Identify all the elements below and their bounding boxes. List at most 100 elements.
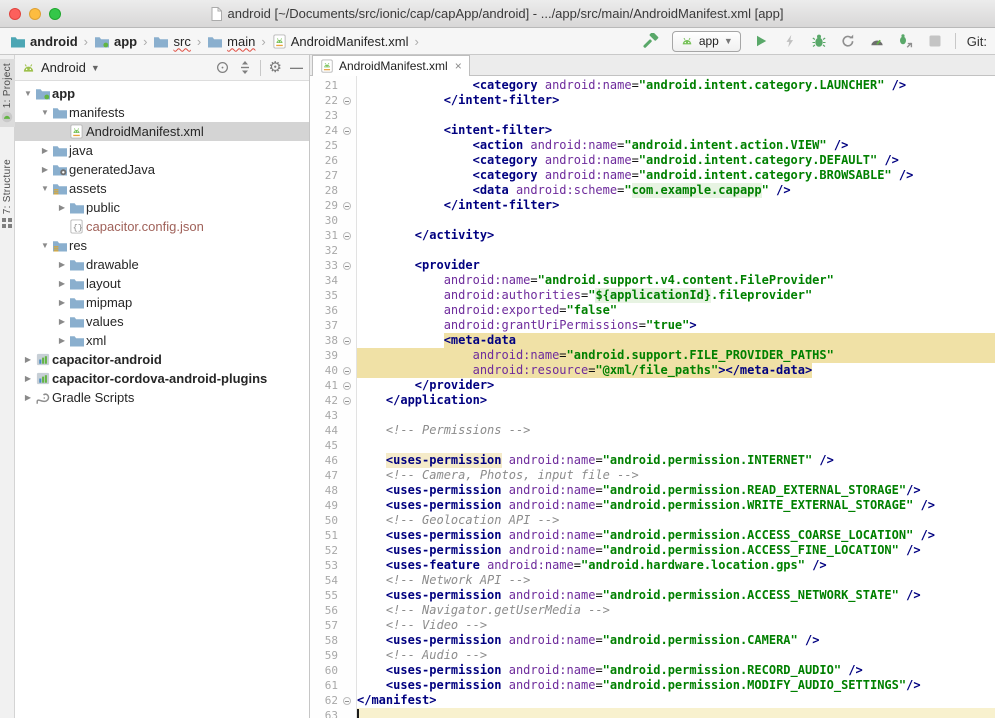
tree-expand-arrow-icon[interactable]: ▶ [55, 203, 69, 212]
code-line[interactable]: <uses-permission android:name="android.p… [357, 528, 995, 543]
fold-marker-icon[interactable] [343, 697, 351, 705]
tree-expand-arrow-icon[interactable]: ▶ [21, 374, 35, 383]
breadcrumb-item-android[interactable]: android [8, 33, 80, 50]
project-view-selector[interactable]: Android [41, 60, 86, 75]
tree-item-layout[interactable]: ▶layout [15, 274, 309, 293]
code-line[interactable]: <!-- Permissions --> [357, 423, 995, 438]
tree-item-xml[interactable]: ▶xml [15, 331, 309, 350]
settings-gear-icon[interactable]: ⚙ [269, 60, 282, 75]
tree-expand-arrow-icon[interactable]: ▶ [55, 336, 69, 345]
tree-expand-arrow-icon[interactable]: ▼ [38, 108, 52, 117]
tree-item-values[interactable]: ▶values [15, 312, 309, 331]
code-line[interactable]: <uses-permission android:name="android.p… [357, 453, 995, 468]
tree-item-generatedjava[interactable]: ▶generatedJava [15, 160, 309, 179]
code-line[interactable]: <action android:name="android.intent.act… [357, 138, 995, 153]
code-line[interactable]: <uses-permission android:name="android.p… [357, 498, 995, 513]
code-line[interactable]: android:name="android.support.FILE_PROVI… [357, 348, 995, 363]
fold-marker-icon[interactable] [343, 397, 351, 405]
code-line[interactable]: <category android:name="android.intent.c… [357, 153, 995, 168]
tool-tab-project[interactable]: 1: Project [0, 59, 15, 127]
attach-debugger-icon[interactable] [897, 32, 915, 50]
code-line[interactable]: </intent-filter> [357, 198, 995, 213]
code-line[interactable]: <uses-permission android:name="android.p… [357, 588, 995, 603]
code-line[interactable]: </intent-filter> [357, 93, 995, 108]
tree-item-capacitor-cordova-android-plugins[interactable]: ▶capacitor-cordova-android-plugins [15, 369, 309, 388]
code-line[interactable]: <data android:scheme="com.example.capapp… [357, 183, 995, 198]
tree-expand-arrow-icon[interactable]: ▶ [55, 260, 69, 269]
breadcrumb-item-app[interactable]: app [92, 33, 139, 50]
code-line[interactable]: </manifest> [357, 693, 995, 708]
code-line[interactable]: </application> [357, 393, 995, 408]
tree-expand-arrow-icon[interactable]: ▼ [38, 241, 52, 250]
code-line[interactable]: <!-- Geolocation API --> [357, 513, 995, 528]
fold-marker-icon[interactable] [343, 382, 351, 390]
code-line[interactable]: <intent-filter> [357, 123, 995, 138]
fold-marker-icon[interactable] [343, 127, 351, 135]
code-line[interactable]: <meta-data [357, 333, 995, 348]
fold-marker-icon[interactable] [343, 97, 351, 105]
tree-expand-arrow-icon[interactable]: ▶ [55, 298, 69, 307]
code-line[interactable]: <!-- Navigator.getUserMedia --> [357, 603, 995, 618]
fold-marker-icon[interactable] [343, 337, 351, 345]
tree-expand-arrow-icon[interactable]: ▶ [21, 393, 35, 402]
code-line[interactable]: <uses-permission android:name="android.p… [357, 483, 995, 498]
fold-marker-icon[interactable] [343, 262, 351, 270]
code-line[interactable]: <!-- Video --> [357, 618, 995, 633]
code-line[interactable]: <!-- Audio --> [357, 648, 995, 663]
tree-expand-arrow-icon[interactable]: ▶ [55, 317, 69, 326]
minimize-window-button[interactable] [29, 8, 41, 20]
code-lines[interactable]: <category android:name="android.intent.c… [357, 76, 995, 718]
code-line[interactable]: android:grantUriPermissions="true"> [357, 318, 995, 333]
editor-tab-androidmanifest[interactable]: AndroidManifest.xml × [312, 55, 470, 76]
tree-item-mipmap[interactable]: ▶mipmap [15, 293, 309, 312]
run-configuration-select[interactable]: app ▼ [672, 31, 741, 52]
tree-expand-arrow-icon[interactable]: ▼ [38, 184, 52, 193]
close-icon[interactable]: × [453, 59, 462, 73]
zoom-window-button[interactable] [49, 8, 61, 20]
tree-expand-arrow-icon[interactable]: ▶ [21, 355, 35, 364]
tree-item-capacitor-config-json[interactable]: {}capacitor.config.json [15, 217, 309, 236]
code-line[interactable]: <uses-permission android:name="android.p… [357, 543, 995, 558]
fold-marker-icon[interactable] [343, 232, 351, 240]
tree-item-androidmanifest-xml[interactable]: AndroidManifest.xml [15, 122, 309, 141]
build-hammer-icon[interactable] [643, 32, 661, 50]
tree-item-drawable[interactable]: ▶drawable [15, 255, 309, 274]
code-line[interactable]: </activity> [357, 228, 995, 243]
tree-expand-arrow-icon[interactable]: ▶ [38, 146, 52, 155]
code-line[interactable]: <uses-feature android:name="android.hard… [357, 558, 995, 573]
code-line[interactable]: <provider [357, 258, 995, 273]
code-line[interactable]: <category android:name="android.intent.c… [357, 168, 995, 183]
code-line[interactable] [357, 108, 995, 123]
fold-marker-icon[interactable] [343, 202, 351, 210]
close-window-button[interactable] [9, 8, 21, 20]
profiler-gauge-icon[interactable] [868, 32, 886, 50]
hide-panel-icon[interactable]: — [290, 61, 303, 74]
run-play-icon[interactable] [752, 32, 770, 50]
code-line[interactable]: android:exported="false" [357, 303, 995, 318]
tree-expand-arrow-icon[interactable]: ▶ [38, 165, 52, 174]
code-line[interactable]: <uses-permission android:name="android.p… [357, 633, 995, 648]
breadcrumb-item-androidmanifest-xml[interactable]: AndroidManifest.xml [270, 33, 411, 50]
tree-item-capacitor-android[interactable]: ▶capacitor-android [15, 350, 309, 369]
fold-marker-icon[interactable] [343, 367, 351, 375]
tree-item-app[interactable]: ▼app [15, 84, 309, 103]
tree-expand-arrow-icon[interactable]: ▶ [55, 279, 69, 288]
code-editor[interactable]: 2122232425262728293031323334353637383940… [310, 76, 995, 718]
code-line[interactable]: android:resource="@xml/file_paths"></met… [357, 363, 995, 378]
tree-item-gradle-scripts[interactable]: ▶Gradle Scripts [15, 388, 309, 407]
code-line[interactable] [357, 408, 995, 423]
tree-expand-arrow-icon[interactable]: ▼ [21, 89, 35, 98]
code-line[interactable] [357, 213, 995, 228]
tree-item-res[interactable]: ▼res [15, 236, 309, 255]
tree-item-assets[interactable]: ▼assets [15, 179, 309, 198]
debug-bug-icon[interactable] [810, 32, 828, 50]
code-line[interactable] [357, 438, 995, 453]
tool-tab-structure[interactable]: 7: Structure [0, 155, 15, 231]
tree-item-java[interactable]: ▶java [15, 141, 309, 160]
code-line[interactable]: <!-- Network API --> [357, 573, 995, 588]
code-line[interactable]: <!-- Camera, Photos, input file --> [357, 468, 995, 483]
git-label[interactable]: Git: [967, 34, 987, 49]
breadcrumb-item-main[interactable]: main [205, 33, 257, 50]
coverage-restart-icon[interactable] [839, 32, 857, 50]
code-line[interactable] [357, 708, 995, 718]
